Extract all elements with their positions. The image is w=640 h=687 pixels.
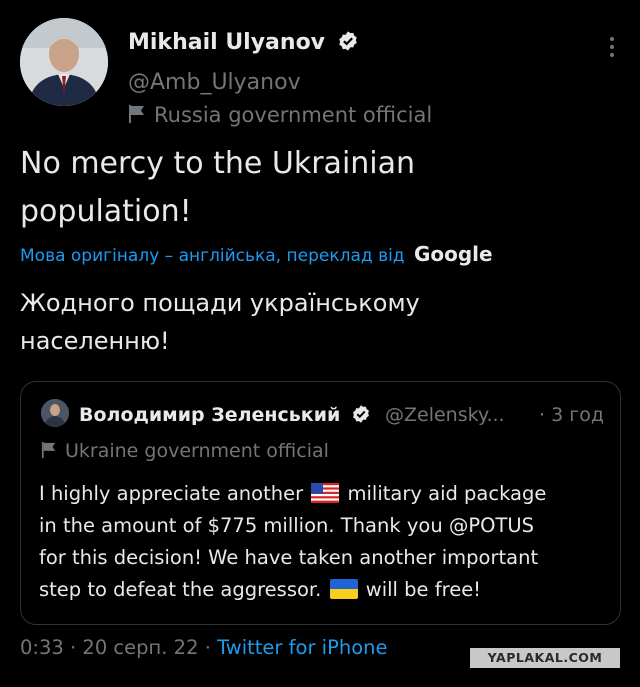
more-vertical-icon — [610, 37, 614, 57]
translated-text-line: Жодного пощади українському — [20, 289, 420, 317]
quoted-text-fragment: will be free! — [365, 578, 482, 601]
quoted-author-handle[interactable]: @Zelensky... — [385, 404, 505, 426]
author-label: Russia government official — [154, 103, 433, 127]
quoted-author-label-row: Ukraine government official — [41, 440, 329, 462]
us-flag-icon — [311, 483, 340, 503]
quoted-author-name-row[interactable]: Володимир Зеленський — [79, 404, 371, 426]
avatar-photo-icon — [41, 399, 69, 427]
translation-note-row[interactable]: Мова оригіналу – англійська, переклад ві… — [20, 242, 493, 266]
quoted-tweet-line: for this decision! We have taken another… — [39, 546, 539, 569]
government-flag-icon — [129, 105, 144, 123]
author-name-row[interactable]: Mikhail Ulyanov — [128, 30, 359, 55]
author-label-row: Russia government official — [128, 103, 432, 127]
translation-note[interactable]: Мова оригіналу – англійська, переклад ві… — [20, 246, 405, 266]
translated-text-line: населенню! — [20, 327, 170, 355]
site-watermark: YAPLAKAL.COM — [470, 648, 620, 668]
google-logo: Google — [413, 242, 493, 266]
author-avatar[interactable] — [20, 18, 108, 106]
quoted-author-name[interactable]: Володимир Зеленський — [79, 404, 340, 426]
government-flag-icon — [41, 442, 56, 458]
quoted-text-fragment: I highly appreciate another — [39, 482, 304, 505]
quoted-tweet-line: I highly appreciate another military aid… — [39, 478, 609, 510]
tweet-text-line: No mercy to the Ukrainian — [20, 146, 416, 181]
tweet-text: No mercy to the Ukrainian population! — [20, 140, 620, 236]
quoted-tweet-line: step to defeat the aggressor. will be fr… — [39, 574, 609, 606]
tweet-text-line: population! — [20, 194, 192, 229]
tweet-time[interactable]: 0:33 — [20, 636, 64, 659]
tweet-date[interactable]: 20 серп. 22 — [82, 636, 198, 659]
quoted-author-avatar[interactable] — [41, 399, 69, 427]
meta-separator: · — [70, 636, 83, 659]
quoted-tweet-text: I highly appreciate another military aid… — [39, 478, 609, 606]
tweet-meta-row: 0:33 · 20 серп. 22 · Twitter for iPhone — [20, 636, 387, 659]
quoted-tweet-line: in the amount of $775 million. Thank you… — [39, 514, 535, 537]
author-handle[interactable]: @Amb_Ulyanov — [128, 70, 301, 95]
meta-separator: · — [204, 636, 218, 659]
verified-badge-icon — [338, 31, 357, 51]
quoted-tweet-time[interactable]: · 3 год — [539, 404, 604, 426]
avatar-photo-icon — [20, 18, 108, 106]
translated-text: Жодного пощади українському населенню! — [20, 284, 620, 360]
quoted-text-fragment: step to defeat the aggressor. — [39, 578, 322, 601]
verified-badge-icon — [353, 405, 369, 423]
tweet-source-link[interactable]: Twitter for iPhone — [217, 636, 387, 659]
quoted-text-fragment: military aid package — [347, 482, 547, 505]
more-options-button[interactable] — [604, 32, 620, 62]
author-name[interactable]: Mikhail Ulyanov — [128, 30, 325, 55]
quoted-author-label: Ukraine government official — [65, 440, 329, 462]
quoted-tweet-card[interactable]: Володимир Зеленський @Zelensky... · 3 го… — [20, 381, 621, 625]
ukraine-flag-icon — [329, 579, 358, 599]
